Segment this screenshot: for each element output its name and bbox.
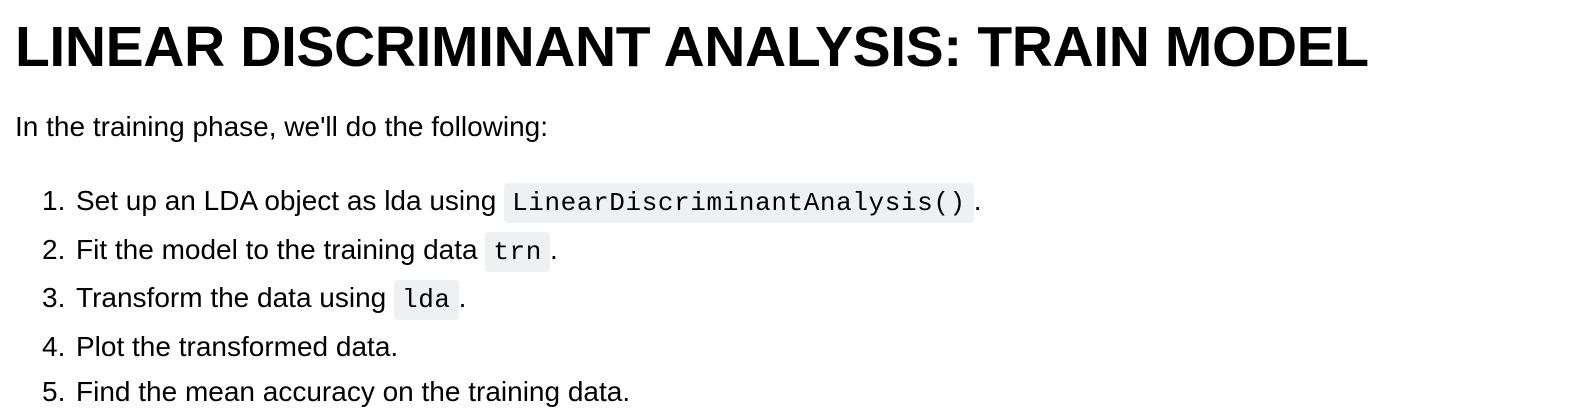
intro-paragraph: In the training phase, we'll do the foll… bbox=[15, 111, 549, 142]
inline-code: LinearDiscriminantAnalysis() bbox=[504, 183, 974, 223]
list-item-number: 4. bbox=[42, 330, 66, 362]
list-item-text: Find the mean accuracy on the training d… bbox=[76, 376, 631, 407]
list-item: 5. Find the mean accuracy on the training… bbox=[15, 369, 982, 415]
list-item-punctuation: . bbox=[549, 233, 558, 265]
inline-code: trn bbox=[485, 231, 550, 272]
list-item-text: Plot the transformed data. bbox=[76, 330, 399, 362]
list-item: 1. Set up an LDA object as lda using Line… bbox=[15, 178, 982, 227]
inline-code: lda bbox=[394, 280, 459, 320]
list-item: 4. Plot the transformed data. bbox=[15, 324, 982, 370]
list-item: 3. Transform the data using lda. bbox=[15, 275, 982, 324]
page-title: LINEAR DISCRIMINANT ANALYSIS: TRAIN MODE… bbox=[15, 15, 1369, 79]
list-item-text: Set up an LDA object as lda using bbox=[76, 185, 505, 216]
list-item-number: 3. bbox=[42, 282, 66, 313]
list-item-punctuation: . bbox=[973, 185, 982, 216]
list-item-text: Fit the model to the training data bbox=[76, 233, 486, 265]
steps-list: 1. Set up an LDA object as lda using Line… bbox=[15, 178, 982, 415]
list-item-text: Transform the data using bbox=[76, 282, 395, 313]
list-item-punctuation: . bbox=[458, 282, 467, 313]
list-item-number: 5. bbox=[42, 376, 66, 407]
list-item-number: 1. bbox=[42, 185, 66, 216]
list-item-number: 2. bbox=[42, 233, 66, 265]
list-item: 2. Fit the model to the training data trn… bbox=[15, 227, 982, 276]
